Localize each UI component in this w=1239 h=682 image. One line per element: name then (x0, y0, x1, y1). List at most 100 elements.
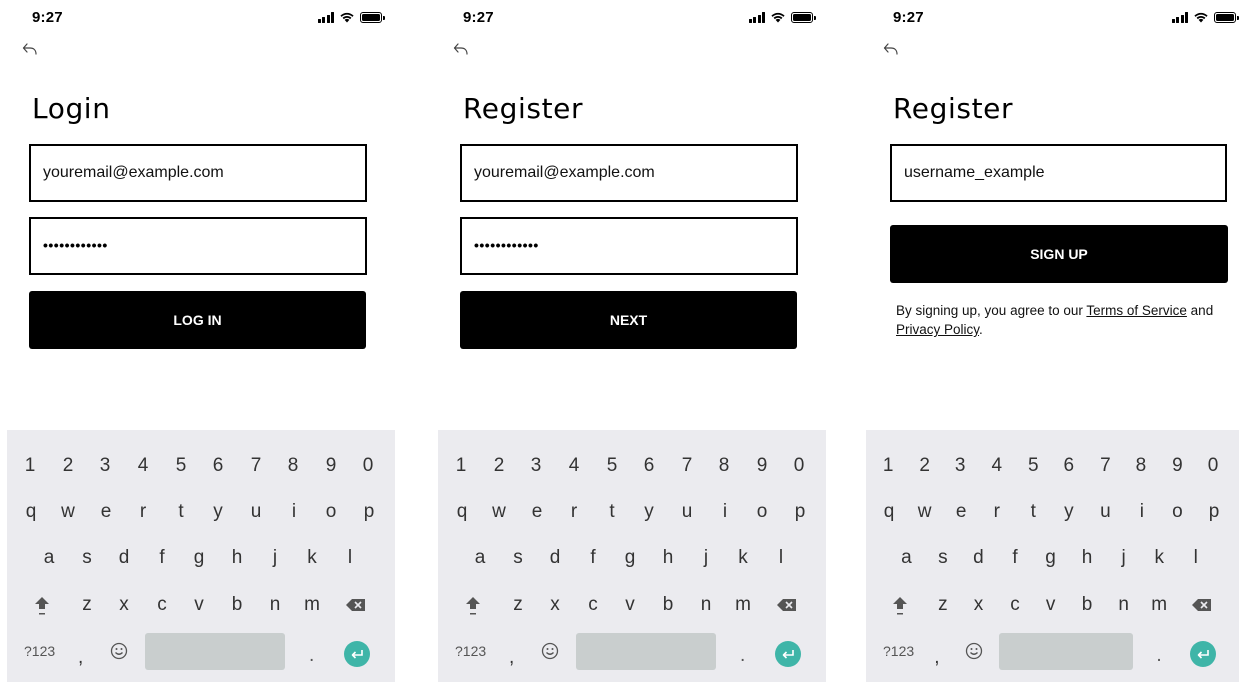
username-input[interactable] (892, 146, 1225, 200)
key-number-8[interactable]: 9 (1165, 455, 1189, 477)
key-letter-9[interactable]: p (788, 501, 812, 523)
key-letter-1[interactable]: x (966, 594, 990, 616)
key-letter-6[interactable]: j (1112, 547, 1136, 569)
back-icon[interactable] (452, 41, 470, 59)
key-letter-0[interactable]: q (450, 501, 474, 523)
key-letter-1[interactable]: w (487, 501, 511, 523)
username-field[interactable] (890, 144, 1227, 202)
key-letter-7[interactable]: k (1147, 547, 1171, 569)
key-number-4[interactable]: 5 (169, 455, 193, 477)
key-letter-0[interactable]: a (468, 547, 492, 569)
period-key[interactable]: . (740, 645, 745, 667)
key-letter-3[interactable]: r (985, 501, 1009, 523)
key-number-5[interactable]: 6 (206, 455, 230, 477)
back-icon[interactable] (882, 41, 900, 59)
comma-key[interactable]: , (78, 647, 83, 669)
key-number-7[interactable]: 8 (712, 455, 736, 477)
key-letter-5[interactable]: n (1112, 594, 1136, 616)
key-letter-4[interactable]: b (1075, 594, 1099, 616)
email-field[interactable] (460, 144, 798, 202)
symbols-key[interactable]: ?123 (455, 643, 486, 659)
key-letter-1[interactable]: s (506, 547, 530, 569)
key-letter-4[interactable]: g (187, 547, 211, 569)
key-number-1[interactable]: 2 (487, 455, 511, 477)
key-letter-1[interactable]: s (931, 547, 955, 569)
shift-icon[interactable] (464, 594, 482, 616)
key-letter-1[interactable]: w (913, 501, 937, 523)
key-letter-5[interactable]: n (694, 594, 718, 616)
key-letter-4[interactable]: g (1039, 547, 1063, 569)
key-letter-5[interactable]: h (656, 547, 680, 569)
key-letter-1[interactable]: w (56, 501, 80, 523)
back-icon[interactable] (21, 41, 39, 59)
emoji-icon[interactable] (110, 642, 128, 660)
key-number-4[interactable]: 5 (1021, 455, 1045, 477)
space-bar[interactable] (145, 633, 285, 670)
key-number-6[interactable]: 7 (675, 455, 699, 477)
key-number-2[interactable]: 3 (948, 455, 972, 477)
symbols-key[interactable]: ?123 (883, 643, 914, 659)
email-input[interactable] (31, 146, 365, 200)
key-number-7[interactable]: 8 (1129, 455, 1153, 477)
comma-key[interactable]: , (934, 647, 939, 669)
key-letter-4[interactable]: b (656, 594, 680, 616)
key-letter-8[interactable]: o (319, 501, 343, 523)
key-letter-4[interactable]: b (225, 594, 249, 616)
key-number-0[interactable]: 1 (18, 455, 42, 477)
key-number-3[interactable]: 4 (562, 455, 586, 477)
key-letter-6[interactable]: u (244, 501, 268, 523)
backspace-icon[interactable] (345, 597, 367, 613)
key-letter-3[interactable]: f (150, 547, 174, 569)
key-letter-2[interactable]: e (949, 501, 973, 523)
key-number-7[interactable]: 8 (281, 455, 305, 477)
key-number-6[interactable]: 7 (1093, 455, 1117, 477)
key-letter-0[interactable]: z (75, 594, 99, 616)
key-letter-3[interactable]: v (618, 594, 642, 616)
sign-up-button[interactable]: SIGN UP (890, 225, 1228, 283)
backspace-icon[interactable] (1191, 597, 1213, 613)
key-letter-6[interactable]: j (263, 547, 287, 569)
key-letter-0[interactable]: a (37, 547, 61, 569)
key-letter-8[interactable]: o (750, 501, 774, 523)
key-letter-5[interactable]: n (263, 594, 287, 616)
space-bar[interactable] (998, 633, 1134, 670)
key-letter-4[interactable]: t (600, 501, 624, 523)
privacy-policy-link[interactable]: Privacy Policy (896, 322, 979, 337)
key-number-8[interactable]: 9 (319, 455, 343, 477)
key-letter-7[interactable]: i (713, 501, 737, 523)
key-number-2[interactable]: 3 (93, 455, 117, 477)
space-bar[interactable] (576, 633, 716, 670)
emoji-icon[interactable] (965, 642, 983, 660)
enter-key[interactable] (775, 641, 801, 667)
key-letter-5[interactable]: y (1057, 501, 1081, 523)
email-input[interactable] (462, 146, 796, 200)
password-field[interactable]: •••••••••••• (29, 217, 367, 275)
key-letter-0[interactable]: z (506, 594, 530, 616)
symbols-key[interactable]: ?123 (24, 643, 55, 659)
key-number-9[interactable]: 0 (787, 455, 811, 477)
key-letter-7[interactable]: i (282, 501, 306, 523)
period-key[interactable]: . (309, 645, 314, 667)
backspace-icon[interactable] (776, 597, 798, 613)
key-letter-2[interactable]: d (112, 547, 136, 569)
key-letter-7[interactable]: i (1130, 501, 1154, 523)
key-letter-5[interactable]: h (1075, 547, 1099, 569)
key-letter-2[interactable]: e (525, 501, 549, 523)
key-letter-2[interactable]: c (150, 594, 174, 616)
key-letter-5[interactable]: h (225, 547, 249, 569)
key-number-8[interactable]: 9 (750, 455, 774, 477)
key-number-0[interactable]: 1 (449, 455, 473, 477)
key-letter-2[interactable]: d (966, 547, 990, 569)
key-letter-9[interactable]: p (357, 501, 381, 523)
emoji-icon[interactable] (541, 642, 559, 660)
key-letter-8[interactable]: l (1184, 547, 1208, 569)
key-letter-7[interactable]: k (300, 547, 324, 569)
key-letter-1[interactable]: x (112, 594, 136, 616)
key-letter-8[interactable]: l (338, 547, 362, 569)
key-letter-3[interactable]: v (187, 594, 211, 616)
key-letter-8[interactable]: l (769, 547, 793, 569)
key-number-5[interactable]: 6 (1057, 455, 1081, 477)
key-number-9[interactable]: 0 (356, 455, 380, 477)
key-letter-6[interactable]: u (1093, 501, 1117, 523)
key-number-5[interactable]: 6 (637, 455, 661, 477)
